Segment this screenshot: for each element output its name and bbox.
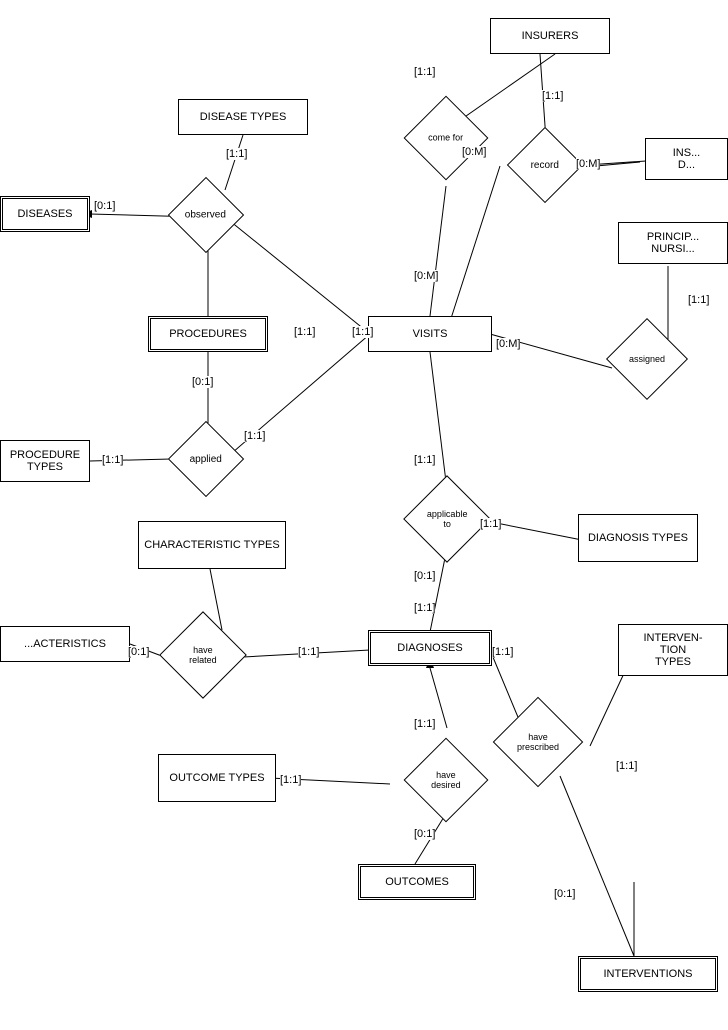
card-c10: [1:1] [244, 430, 265, 442]
disease-types-entity: DISEASE TYPES [178, 99, 308, 135]
characteristics-entity: ...ACTERISTICS [0, 626, 130, 662]
outcome-types-entity: OUTCOME TYPES [158, 754, 276, 802]
insurers-entity: INSURERS [490, 18, 610, 54]
principal-nurse-label: PRINCIP...NURSI... [647, 231, 699, 255]
card-c22: [0:1] [414, 828, 435, 840]
characteristics-label: ...ACTERISTICS [24, 638, 106, 650]
card-c20: [1:1] [280, 774, 301, 786]
card-c3: [1:1] [414, 66, 435, 78]
observed-diamond: observed [168, 177, 244, 253]
diagnosis-types-label: DIAGNOSIS TYPES [588, 532, 688, 544]
visits-entity: VISITS [368, 316, 492, 352]
characteristic-types-entity: CHARACTERISTIC TYPES [138, 521, 286, 569]
record-label: record [531, 159, 559, 170]
intervention-types-label: INTERVEN-TIONTYPES [643, 632, 702, 668]
card-c2: [0:1] [94, 200, 115, 212]
diseases-entity: DISEASES [0, 196, 90, 232]
card-c15: [0:M] [496, 338, 520, 350]
card-c8: [1:1] [352, 326, 373, 338]
come-for-diamond: come for [404, 96, 489, 181]
card-c9: [0:1] [192, 376, 213, 388]
card-c4: [1:1] [542, 90, 563, 102]
characteristic-types-label: CHARACTERISTIC TYPES [144, 539, 280, 551]
card-c25: [1:1] [688, 294, 709, 306]
outcomes-label: OUTCOMES [385, 876, 449, 888]
card-c23: [0:1] [554, 888, 575, 900]
assigned-label: assigned [629, 354, 665, 364]
interventions-entity: INTERVENTIONS [578, 956, 718, 992]
card-c7: [1:1] [294, 326, 315, 338]
diagnoses-entity: DIAGNOSES [368, 630, 492, 666]
outcomes-entity: OUTCOMES [358, 864, 476, 900]
card-c1: [1:1] [226, 148, 247, 160]
assigned-diamond: assigned [606, 318, 688, 400]
insurers-label: INSURERS [522, 30, 579, 42]
procedures-entity: PROCEDURES [148, 316, 268, 352]
diagnoses-label: DIAGNOSES [397, 642, 462, 654]
intervention-types-entity: INTERVEN-TIONTYPES [618, 624, 728, 676]
applied-diamond: applied [168, 421, 244, 497]
have-related-diamond: haverelated [159, 611, 247, 699]
record-diamond: record [507, 127, 583, 203]
card-c18: [1:1] [298, 646, 319, 658]
outcome-types-label: OUTCOME TYPES [169, 772, 264, 784]
card-c6: [0:M] [414, 270, 438, 282]
diagnosis-types-entity: DIAGNOSIS TYPES [578, 514, 698, 562]
card-0m-record: [0:M] [576, 158, 600, 170]
applicable-to-label: applicableto [427, 509, 468, 529]
principal-nurse-entity: PRINCIP...NURSI... [618, 222, 728, 264]
applied-label: applied [190, 453, 222, 464]
have-related-label: haverelated [189, 645, 217, 665]
diseases-label: DISEASES [17, 208, 72, 220]
have-desired-label: havedesired [431, 770, 461, 790]
have-prescribed-diamond: haveprescribed [493, 697, 584, 788]
card-c24: [1:1] [616, 760, 637, 772]
procedures-label: PROCEDURES [169, 328, 247, 340]
card-c5: [0:M] [462, 146, 486, 158]
visits-label: VISITS [413, 328, 448, 340]
card-c13: [1:1] [480, 518, 501, 530]
card-c11: [1:1] [102, 454, 123, 466]
er-diagram: INSURERS INS...D... PRINCIP...NURSI... D… [0, 0, 728, 1030]
applicable-to-diamond: applicableto [403, 475, 491, 563]
card-c17: [0:1] [128, 646, 149, 658]
come-for-label: come for [428, 133, 463, 143]
card-c12: [1:1] [414, 454, 435, 466]
have-prescribed-label: haveprescribed [517, 732, 559, 752]
procedure-types-label: PROCEDURETYPES [10, 449, 80, 473]
card-c19: [1:1] [492, 646, 513, 658]
card-c14: [0:1] [414, 570, 435, 582]
insurer-d-label: INS...D... [673, 147, 701, 171]
card-c16: [1:1] [414, 602, 435, 614]
have-desired-diamond: havedesired [404, 738, 489, 823]
interventions-label: INTERVENTIONS [603, 968, 692, 980]
observed-label: observed [185, 209, 226, 220]
insurer-d-entity: INS...D... [645, 138, 728, 180]
procedure-types-entity: PROCEDURETYPES [0, 440, 90, 482]
disease-types-label: DISEASE TYPES [200, 111, 287, 123]
card-c21: [1:1] [414, 718, 435, 730]
